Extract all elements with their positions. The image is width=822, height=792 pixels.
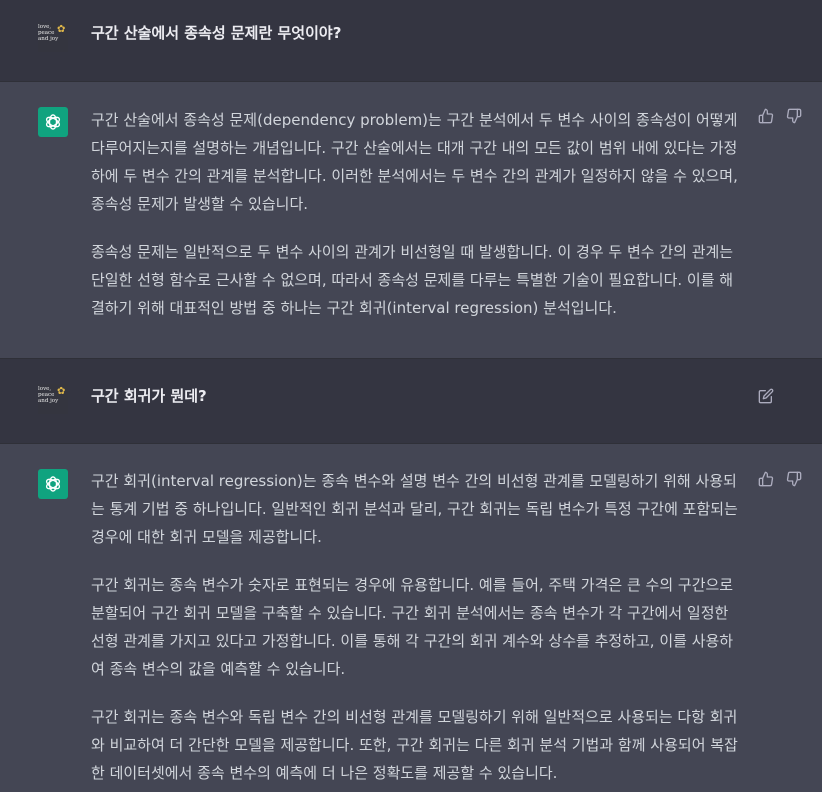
user-message-1: love, peace and joy ✿ 구간 산술에서 종속성 문제란 무엇…	[0, 0, 822, 82]
user-avatar-mark: ✿	[57, 386, 66, 397]
user-message-text: 구간 회귀가 뭔데?	[91, 382, 741, 410]
user-avatar: love, peace and joy ✿	[38, 22, 68, 52]
openai-logo-icon	[45, 476, 61, 492]
user-message-paragraph: 구간 산술에서 종속성 문제란 무엇이야?	[91, 24, 342, 42]
assistant-paragraph: 구간 회귀는 종속 변수와 독립 변수 간의 비선형 관계를 모델링하기 위해 …	[91, 708, 738, 782]
openai-logo-icon	[45, 114, 61, 130]
edit-button[interactable]	[758, 388, 774, 404]
thumbs-up-button[interactable]	[758, 471, 774, 487]
assistant-message-1: 구간 산술에서 종속성 문제(dependency problem)는 구간 분…	[0, 82, 822, 359]
assistant-avatar	[38, 107, 68, 137]
assistant-paragraph: 구간 산술에서 종속성 문제(dependency problem)는 구간 분…	[91, 111, 738, 213]
assistant-message-2: 구간 회귀(interval regression)는 종속 변수와 설명 변수…	[0, 444, 822, 792]
assistant-paragraph: 종속성 문제는 일반적으로 두 변수 사이의 관계가 비선형일 때 발생합니다.…	[91, 243, 734, 317]
feedback-actions	[758, 471, 802, 487]
thumbs-down-button[interactable]	[786, 108, 802, 124]
thumbs-up-button[interactable]	[758, 108, 774, 124]
feedback-actions	[758, 108, 802, 124]
assistant-message-text: 구간 회귀(interval regression)는 종속 변수와 설명 변수…	[91, 467, 741, 787]
user-avatar: love, peace and joy ✿	[38, 384, 68, 414]
assistant-paragraph: 구간 회귀는 종속 변수가 숫자로 표현되는 경우에 유용합니다. 예를 들어,…	[91, 576, 734, 678]
thumbs-down-icon	[786, 108, 802, 124]
thumbs-up-icon	[758, 471, 774, 487]
assistant-paragraph: 구간 회귀(interval regression)는 종속 변수와 설명 변수…	[91, 472, 738, 546]
edit-icon	[758, 388, 774, 404]
user-message-2: love, peace and joy ✿ 구간 회귀가 뭔데?	[0, 359, 822, 444]
chat-thread: love, peace and joy ✿ 구간 산술에서 종속성 문제란 무엇…	[0, 0, 822, 792]
user-message-paragraph: 구간 회귀가 뭔데?	[91, 387, 207, 405]
assistant-avatar	[38, 469, 68, 499]
thumbs-down-icon	[786, 471, 802, 487]
assistant-message-text: 구간 산술에서 종속성 문제(dependency problem)는 구간 분…	[91, 106, 741, 322]
thumbs-down-button[interactable]	[786, 471, 802, 487]
thumbs-up-icon	[758, 108, 774, 124]
user-message-text: 구간 산술에서 종속성 문제란 무엇이야?	[91, 19, 741, 47]
user-avatar-mark: ✿	[57, 24, 66, 35]
